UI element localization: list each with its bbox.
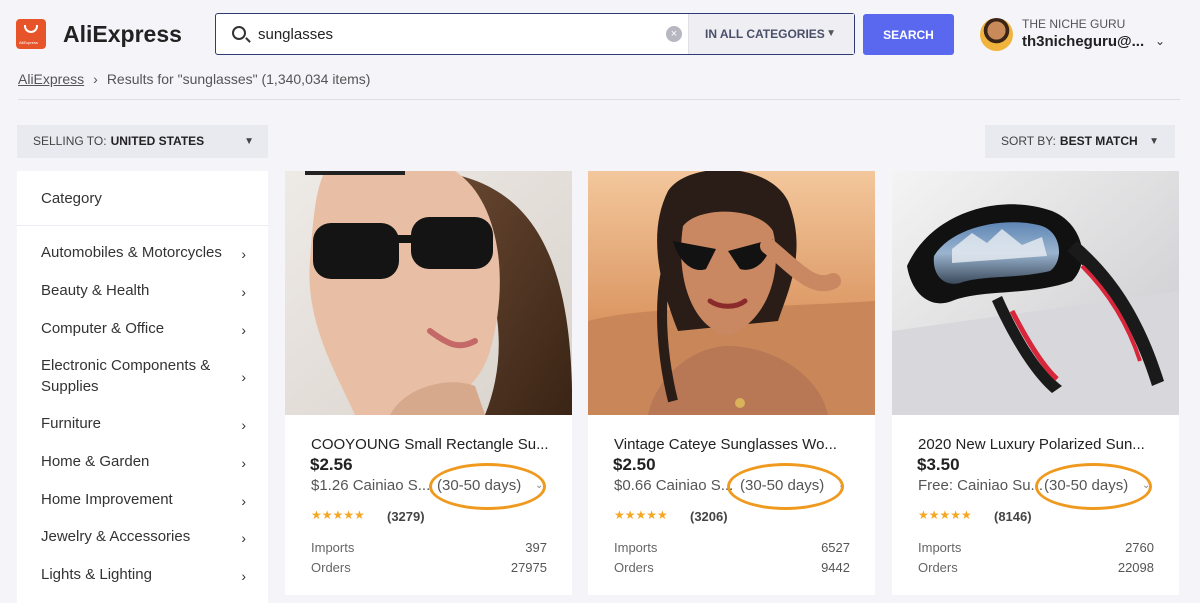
orders-label: Orders [311,560,351,575]
category-dropdown[interactable]: IN ALL CATEGORIES ▼ [688,14,854,54]
review-count: (3279) [387,509,425,524]
sort-by-label: SORT BY: [1001,134,1056,148]
highlight-circle [429,463,546,510]
imports-label: Imports [614,540,658,555]
imports-value: 6527 [821,540,850,555]
chevron-right-icon: › [241,567,246,584]
divider [18,99,1180,100]
user-name: THE NICHE GURU [1022,17,1126,31]
breadcrumb-home-link[interactable]: AliExpress [18,71,84,87]
imports-label: Imports [918,540,962,555]
sidebar-heading: Category [17,171,268,226]
search-icon [232,26,246,40]
shipping-cost: Free: Cainiao Su... [918,477,1044,494]
review-count: (3206) [690,509,728,524]
product-image[interactable] [892,171,1179,415]
sidebar-item-label: Electronic Components & Supplies [41,357,211,395]
aliexpress-logo[interactable]: AliExpress [16,19,46,49]
chevron-right-icon: › [241,321,246,338]
chevron-down-icon: ▼ [244,136,254,147]
sidebar-item-label: Automobiles & Motorcycles [41,244,222,261]
chevron-right-icon: › [241,454,246,471]
chevron-down-icon: ▼ [826,28,836,39]
highlight-circle [1035,463,1152,510]
account-menu-chevron-icon[interactable]: ⌄ [1155,34,1165,48]
sidebar-item-label: Home Improvement [41,491,173,508]
sort-by-value: BEST MATCH [1059,134,1138,148]
breadcrumb: AliExpress › Results for "sunglasses" (1,3… [18,71,370,87]
orders-label: Orders [614,560,654,575]
search-bar: × IN ALL CATEGORIES ▼ [215,13,855,55]
sidebar-item-beauty[interactable]: Beauty & Health › [17,280,268,301]
product-image[interactable] [588,171,875,415]
chevron-down-icon: ▼ [1149,136,1159,147]
sidebar-item-label: Computer & Office [41,320,165,337]
category-dropdown-label: IN ALL CATEGORIES [705,27,825,41]
chevron-right-icon: › [241,283,246,300]
imports-value: 397 [525,540,547,555]
sidebar-item-furniture[interactable]: Furniture › [17,413,268,434]
product-price: $2.50 [613,455,656,474]
sidebar-item-label: Jewelry & Accessories [41,528,191,545]
shipping-cost: $1.26 Cainiao S... [311,477,431,494]
search-input[interactable] [258,22,668,46]
sidebar-item-home-improvement[interactable]: Home Improvement › [17,489,268,510]
sidebar-item-home-garden[interactable]: Home & Garden › [17,451,268,472]
product-price: $3.50 [917,455,960,474]
product-price: $2.56 [310,455,353,474]
user-email[interactable]: th3nicheguru@... [1022,33,1144,50]
star-rating: ★★★★★ [918,508,972,522]
highlight-circle [727,463,844,510]
selling-to-label: SELLING TO: [33,134,107,148]
sidebar-item-label: Lights & Lighting [41,566,152,583]
sidebar-item-lights[interactable]: Lights & Lighting › [17,564,268,585]
sidebar-item-label: Beauty & Health [41,282,150,299]
selling-to-value: UNITED STATES [110,134,205,148]
product-card[interactable]: COOYOUNG Small Rectangle Su... $2.56 $1.… [285,171,572,595]
orders-value: 27975 [510,560,547,575]
imports-value: 2760 [1125,540,1154,555]
orders-label: Orders [918,560,958,575]
logo-caption: AliExpress [19,40,38,45]
results-summary: Results for "sunglasses" (1,340,034 item… [106,71,371,87]
star-rating: ★★★★★ [311,508,365,522]
sort-by-dropdown[interactable]: SORT BY: BEST MATCH ▼ [985,125,1175,158]
clear-search-icon[interactable]: × [666,26,682,42]
shipping-cost: $0.66 Cainiao S... [614,477,734,494]
product-title[interactable]: 2020 New Luxury Polarized Sun... [918,436,1163,453]
search-button[interactable]: SEARCH [863,14,954,55]
orders-value: 9442 [821,560,850,575]
chevron-right-icon: › [241,529,246,546]
orders-value: 22098 [1117,560,1154,575]
chevron-right-icon: › [241,416,246,433]
avatar[interactable] [980,18,1013,51]
sidebar-item-label: Furniture [41,415,102,432]
imports-label: Imports [311,540,355,555]
product-image[interactable] [285,171,572,415]
brand-name[interactable]: AliExpress [63,21,182,48]
sidebar-item-label: Home & Garden [41,453,150,470]
review-count: (8146) [994,509,1032,524]
product-title[interactable]: COOYOUNG Small Rectangle Su... [311,436,556,453]
chevron-right-icon: › [241,369,246,385]
sidebar-item-jewelry[interactable]: Jewelry & Accessories › [17,526,268,547]
sidebar-item-automobiles[interactable]: Automobiles & Motorcycles › [17,242,268,263]
product-card[interactable]: Vintage Cateye Sunglasses Wo... $2.50 $0… [588,171,875,595]
chevron-right-icon: › [241,245,246,262]
selling-to-dropdown[interactable]: SELLING TO: UNITED STATES ▼ [17,125,268,158]
sidebar-item-computer[interactable]: Computer & Office › [17,318,268,339]
sidebar-item-electronic[interactable]: Electronic Components & Supplies › [17,355,268,397]
chevron-right-icon: › [241,492,246,509]
category-sidebar: Category Automobiles & Motorcycles › Beau… [17,171,268,603]
star-rating: ★★★★★ [614,508,668,522]
product-card[interactable]: 2020 New Luxury Polarized Sun... $3.50 F… [892,171,1179,595]
product-title[interactable]: Vintage Cateye Sunglasses Wo... [614,436,859,453]
shopping-bag-icon [24,25,38,33]
breadcrumb-separator: › [93,71,98,87]
